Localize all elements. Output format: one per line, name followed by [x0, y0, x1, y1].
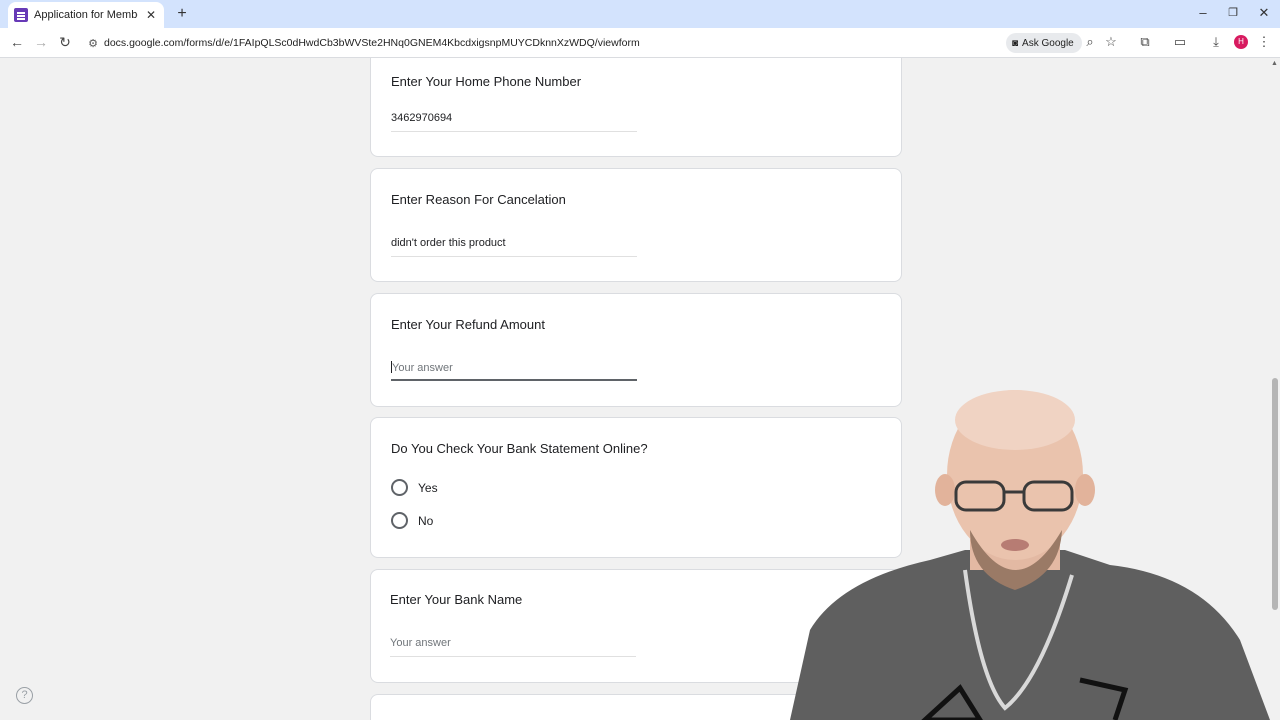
- radio-label: Yes: [418, 480, 438, 495]
- question-card-reason: Enter Reason For Cancelation didn't orde…: [370, 168, 902, 282]
- bookmark-star-icon[interactable]: ☆: [1102, 34, 1120, 50]
- reason-input[interactable]: didn't order this product: [391, 237, 637, 257]
- close-tab-icon[interactable]: ✕: [144, 8, 158, 22]
- radio-option-yes[interactable]: Yes: [391, 479, 438, 496]
- minimize-icon[interactable]: –: [1193, 5, 1213, 20]
- forward-icon[interactable]: →: [32, 34, 50, 50]
- radio-option-no[interactable]: No: [391, 512, 433, 529]
- question-title: Enter Your Refund Amount: [391, 317, 545, 332]
- help-icon[interactable]: ?: [16, 687, 33, 704]
- profile-avatar[interactable]: H: [1234, 35, 1248, 49]
- zoom-icon[interactable]: ⌕: [1081, 34, 1099, 50]
- cast-icon[interactable]: ▭: [1171, 34, 1189, 50]
- radio-button[interactable]: [391, 512, 408, 529]
- question-title: Do You Check Your Bank Statement Online?: [391, 441, 648, 456]
- site-info-icon[interactable]: ⚙: [82, 37, 104, 50]
- browser-toolbar: ← → ↻ ⚙ docs.google.com/forms/d/e/1FAIpQ…: [0, 28, 1280, 58]
- google-forms-icon: [14, 8, 28, 22]
- radio-label: No: [418, 513, 434, 528]
- presenter-figure: [790, 390, 1270, 720]
- menu-icon[interactable]: ⋮: [1255, 34, 1273, 50]
- new-tab-button[interactable]: +: [172, 4, 192, 24]
- extensions-icon[interactable]: ⧉: [1136, 34, 1154, 50]
- radio-button[interactable]: [391, 479, 408, 496]
- back-icon[interactable]: ←: [8, 34, 26, 50]
- tab-strip: Application for Membership Ca ✕ + – ❐ ✕: [0, 0, 1280, 28]
- question-title: Enter Your Bank Name: [390, 592, 523, 607]
- home-phone-input[interactable]: 3462970694: [391, 112, 637, 132]
- address-bar[interactable]: ⚙ docs.google.com/forms/d/e/1FAIpQLSc0dH…: [82, 31, 998, 55]
- close-window-icon[interactable]: ✕: [1254, 5, 1274, 21]
- question-title: Enter Reason For Cancelation: [391, 192, 566, 207]
- ask-google-label: Ask Google: [1022, 37, 1074, 49]
- bank-name-input[interactable]: Your answer: [390, 637, 636, 657]
- scroll-up-arrow-icon[interactable]: ▲: [1271, 60, 1278, 67]
- lens-icon: ◙: [1012, 37, 1019, 49]
- tab-title: Application for Membership Ca: [34, 9, 138, 21]
- refund-placeholder: Your answer: [392, 362, 453, 374]
- download-icon[interactable]: ⤓: [1207, 34, 1225, 50]
- webcam-overlay: [790, 390, 1270, 720]
- refund-amount-input[interactable]: Your answer: [391, 361, 637, 381]
- url-text: docs.google.com/forms/d/e/1FAIpQLSc0dHwd…: [104, 37, 640, 49]
- question-title: Enter Your Home Phone Number: [391, 74, 582, 89]
- question-card-home-phone: Enter Your Home Phone Number 3462970694: [370, 58, 902, 157]
- scrollbar-thumb[interactable]: [1272, 378, 1278, 610]
- restore-icon[interactable]: ❐: [1223, 6, 1243, 19]
- ask-google-button[interactable]: ◙ Ask Google: [1006, 33, 1082, 53]
- browser-tab[interactable]: Application for Membership Ca ✕: [8, 2, 164, 28]
- reload-icon[interactable]: ↻: [56, 34, 74, 51]
